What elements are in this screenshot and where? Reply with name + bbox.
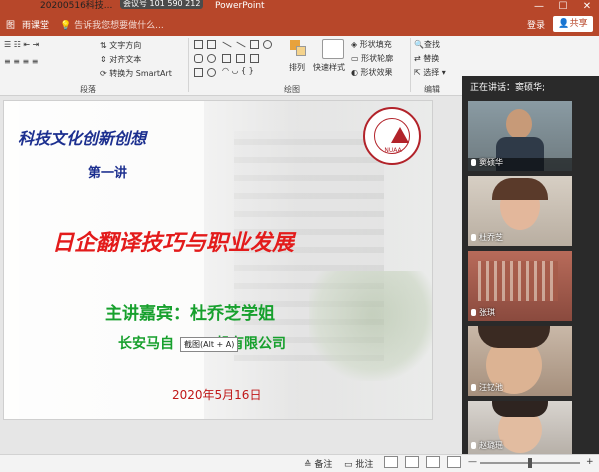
slide-guest: 主讲嘉宾：杜乔芝学姐 (105, 304, 275, 324)
university-logo: NUAA (363, 107, 421, 165)
arrange-icon (290, 40, 308, 58)
divider (188, 38, 189, 92)
replace-icon: ⇄ (414, 54, 421, 63)
align-icons[interactable]: ≡ ≡ ≡ ≡ (4, 57, 38, 66)
participant-name: 窦硕华 (471, 157, 503, 168)
zoom-out-button[interactable]: — (468, 457, 477, 467)
tab-file[interactable]: 图 (6, 18, 15, 31)
participant-tile[interactable]: 窦硕华 (468, 101, 572, 171)
slide-date: 2020年5月16日 (172, 388, 262, 402)
person-icon: 👤 (558, 19, 570, 29)
mic-icon (471, 442, 476, 449)
comments-button[interactable]: ▭ 批注 (344, 457, 373, 470)
speaking-indicator: 正在讲话：窦硕华; (470, 83, 546, 93)
tab-rain-classroom[interactable]: 雨课堂 (22, 18, 49, 31)
paragraph-group-label: 段落 (80, 85, 96, 94)
cursor-icon: ⇱ (414, 68, 421, 77)
notes-button[interactable]: ≙ 备注 (304, 457, 332, 470)
find-button[interactable]: 🔍查找 (414, 39, 440, 50)
slide-series-title: 科技文化创新创想 (18, 129, 147, 148)
window-blinds (478, 261, 558, 301)
quick-styles-button[interactable]: 快速样式 (313, 62, 345, 73)
tell-me-search[interactable]: 💡 告诉我您想要做什么... (60, 18, 164, 31)
lightbulb-icon: 💡 (60, 21, 72, 31)
logo-text: NUAA (384, 147, 402, 154)
slide-lecture-number: 第一讲 (88, 166, 128, 181)
zoom-slider-thumb[interactable] (528, 458, 532, 468)
drawing-group-label: 绘图 (284, 85, 300, 94)
participant-tile[interactable]: 汪钇池 (468, 326, 572, 396)
logo-emblem (391, 127, 409, 143)
participant-name: 杜乔芝 (471, 232, 503, 243)
bullets-icon[interactable]: ☰ ☷ ⇤ ⇥ (4, 40, 39, 49)
maximize-button[interactable]: ☐ (552, 0, 574, 14)
text-direction-button[interactable]: ⇅ 文字方向 (100, 40, 141, 51)
quick-styles-icon (322, 39, 344, 59)
normal-view-button[interactable] (384, 456, 398, 468)
close-button[interactable]: ✕ (576, 0, 598, 14)
slide-sorter-button[interactable] (405, 456, 419, 468)
mic-icon (471, 384, 476, 391)
shape-outline-button[interactable]: ▭ 形状轮廓 (351, 53, 393, 64)
zoom-in-button[interactable]: + (586, 457, 594, 467)
login-link[interactable]: 登录 (527, 18, 545, 31)
participant-name: 汪钇池 (471, 382, 503, 393)
editing-group-label: 编辑 (424, 85, 440, 94)
shape-fill-button[interactable]: ◈ 形状填充 (351, 39, 392, 50)
replace-button[interactable]: ⇄ 替换 (414, 53, 439, 64)
participant-hair (478, 326, 550, 348)
mic-icon (471, 159, 476, 166)
participant-name: 张琪 (471, 307, 495, 318)
app-name: PowerPoint (215, 1, 265, 11)
align-text-button[interactable]: ⇕ 对齐文本 (100, 54, 141, 65)
participant-tile[interactable]: 杜乔芝 (468, 176, 572, 246)
slideshow-button[interactable] (447, 456, 461, 468)
convert-smartart-button[interactable]: ⟳ 转换为 SmartArt (100, 68, 172, 79)
share-button[interactable]: 👤共享 (553, 16, 593, 32)
logo-inner-ring: NUAA (374, 118, 410, 154)
shapes-gallery[interactable]: ◠ ◡ { } (194, 40, 276, 80)
participant-name: 赵璐瑶 (471, 440, 503, 451)
participant-tile[interactable]: 赵璐瑶 (468, 401, 572, 454)
participant-face (506, 109, 532, 139)
divider (410, 38, 411, 92)
shape-effects-button[interactable]: ◐ 形状效果 (351, 67, 393, 78)
participant-hair (492, 401, 548, 417)
reading-view-button[interactable] (426, 456, 440, 468)
search-icon: 🔍 (414, 40, 424, 49)
minimize-button[interactable]: — (528, 0, 550, 14)
screenshot-tooltip: 截图(Alt + A) (180, 337, 239, 352)
participant-tile[interactable]: 张琪 (468, 251, 572, 321)
meeting-id-badge: 会议号 101 590 212 (120, 0, 204, 9)
slide-main-title: 日企翻译技巧与职业发展 (52, 230, 295, 256)
select-button[interactable]: ⇱ 选择 ▾ (414, 67, 446, 78)
mic-icon (471, 234, 476, 241)
window-title: 20200516科技... (40, 1, 113, 11)
participant-hair (492, 178, 548, 200)
mic-icon (471, 309, 476, 316)
arrange-button[interactable]: 排列 (289, 62, 305, 73)
